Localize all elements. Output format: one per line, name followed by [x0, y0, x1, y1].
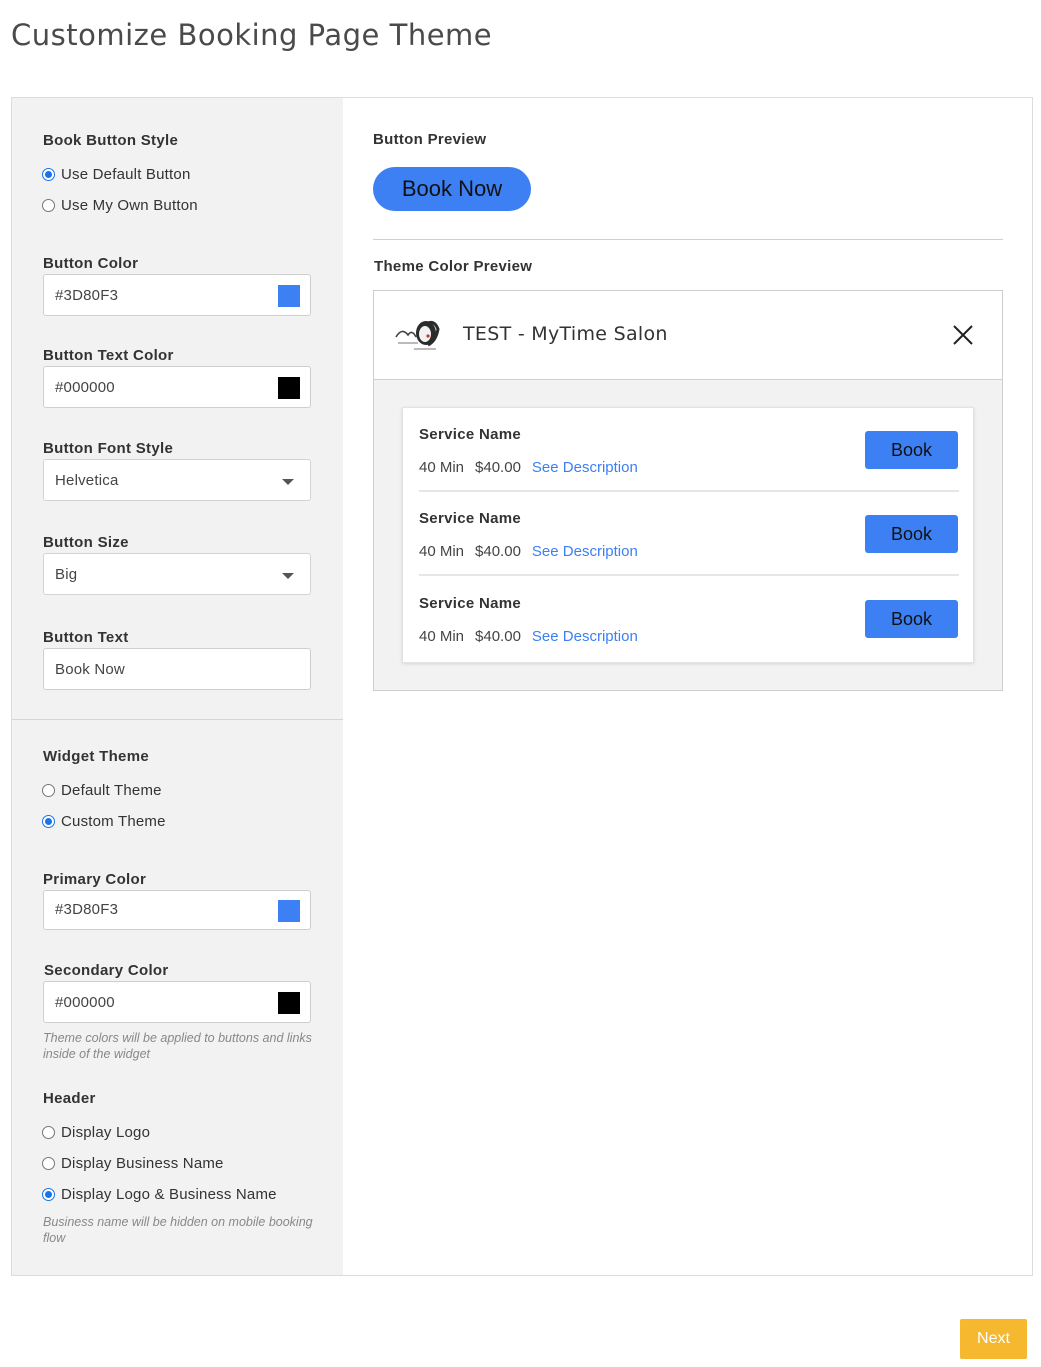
book-now-preview-button[interactable]: Book Now: [373, 167, 531, 211]
theme-color-preview-label: Theme Color Preview: [374, 258, 533, 275]
radio-checked-icon[interactable]: [42, 168, 55, 181]
widget-preview: TEST - MyTime Salon Service Name 40 Min …: [373, 290, 1003, 691]
service-meta: 40 Min $40.00 See Description: [419, 628, 649, 645]
next-button[interactable]: Next: [960, 1319, 1027, 1359]
service-price: $40.00: [475, 543, 521, 560]
service-name: Service Name: [419, 595, 522, 612]
close-icon[interactable]: [952, 324, 974, 346]
list-item: Service Name 40 Min $40.00 See Descripti…: [403, 408, 973, 492]
button-text-color-label: Button Text Color: [43, 347, 174, 364]
radio-label: Use My Own Button: [61, 197, 198, 214]
secondary-color-value: #000000: [55, 994, 115, 1011]
button-preview-label: Button Preview: [373, 131, 487, 148]
button-font-style-value: Helvetica: [55, 472, 119, 489]
radio-label: Display Business Name: [61, 1155, 224, 1172]
button-color-value: #3D80F3: [55, 287, 119, 304]
button-text-input[interactable]: Book Now: [43, 648, 311, 690]
button-text-label: Button Text: [43, 629, 129, 646]
radio-use-own-button[interactable]: Use My Own Button: [42, 197, 198, 214]
chevron-down-icon: [282, 573, 294, 579]
header-label: Header: [43, 1090, 96, 1107]
service-list: Service Name 40 Min $40.00 See Descripti…: [402, 407, 974, 663]
see-description-link[interactable]: See Description: [532, 628, 638, 645]
primary-color-swatch[interactable]: [278, 900, 300, 922]
service-duration: 40 Min: [419, 628, 465, 645]
radio-unchecked-icon[interactable]: [42, 784, 55, 797]
secondary-color-label: Secondary Color: [44, 962, 169, 979]
page-title: Customize Booking Page Theme: [11, 18, 493, 52]
chevron-down-icon: [282, 479, 294, 485]
preview-divider: [373, 239, 1003, 240]
header-hint: Business name will be hidden on mobile b…: [43, 1215, 313, 1245]
button-text-color-value: #000000: [55, 379, 115, 396]
service-price: $40.00: [475, 459, 521, 476]
service-meta: 40 Min $40.00 See Description: [419, 459, 649, 476]
settings-sidebar: Book Button Style Use Default Button Use…: [12, 98, 343, 1275]
book-button-style-label: Book Button Style: [43, 132, 179, 149]
button-color-label: Button Color: [43, 255, 139, 272]
service-name: Service Name: [419, 510, 522, 527]
radio-checked-icon[interactable]: [42, 1188, 55, 1201]
button-font-style-select[interactable]: Helvetica: [43, 459, 311, 501]
button-text-color-swatch[interactable]: [278, 377, 300, 399]
secondary-color-swatch[interactable]: [278, 992, 300, 1014]
see-description-link[interactable]: See Description: [532, 459, 638, 476]
radio-unchecked-icon[interactable]: [42, 1126, 55, 1139]
widget-theme-label: Widget Theme: [43, 748, 149, 765]
radio-checked-icon[interactable]: [42, 815, 55, 828]
radio-use-default-button[interactable]: Use Default Button: [42, 166, 191, 183]
button-color-field[interactable]: #3D80F3: [43, 274, 311, 316]
radio-label: Default Theme: [61, 782, 162, 799]
see-description-link[interactable]: See Description: [532, 543, 638, 560]
radio-unchecked-icon[interactable]: [42, 199, 55, 212]
button-color-swatch[interactable]: [278, 285, 300, 307]
primary-color-value: #3D80F3: [55, 901, 119, 918]
service-meta: 40 Min $40.00 See Description: [419, 543, 649, 560]
radio-label: Custom Theme: [61, 813, 166, 830]
radio-display-logo-and-name[interactable]: Display Logo & Business Name: [42, 1186, 277, 1203]
service-price: $40.00: [475, 628, 521, 645]
button-size-label: Button Size: [43, 534, 129, 551]
secondary-color-field[interactable]: #000000: [43, 981, 311, 1023]
radio-label: Use Default Button: [61, 166, 191, 183]
theme-editor-card: Book Button Style Use Default Button Use…: [11, 97, 1033, 1276]
button-text-value: Book Now: [55, 661, 125, 678]
radio-label: Display Logo: [61, 1124, 151, 1141]
button-size-value: Big: [55, 566, 78, 583]
primary-color-label: Primary Color: [43, 871, 147, 888]
sidebar-divider: [12, 719, 343, 720]
button-font-style-label: Button Font Style: [43, 440, 174, 457]
widget-business-name: TEST - MyTime Salon: [463, 323, 668, 345]
salon-logo-icon: [395, 320, 440, 350]
theme-colors-hint: Theme colors will be applied to buttons …: [43, 1031, 312, 1061]
book-button[interactable]: Book: [865, 431, 958, 469]
book-button[interactable]: Book: [865, 515, 958, 553]
radio-unchecked-icon[interactable]: [42, 1157, 55, 1170]
service-duration: 40 Min: [419, 543, 465, 560]
radio-custom-theme[interactable]: Custom Theme: [42, 813, 166, 830]
row-divider: [419, 574, 959, 576]
button-size-select[interactable]: Big: [43, 553, 311, 595]
button-text-color-field[interactable]: #000000: [43, 366, 311, 408]
radio-label: Display Logo & Business Name: [61, 1186, 277, 1203]
primary-color-field[interactable]: #3D80F3: [43, 890, 311, 930]
service-duration: 40 Min: [419, 459, 465, 476]
radio-default-theme[interactable]: Default Theme: [42, 782, 162, 799]
list-item: Service Name 40 Min $40.00 See Descripti…: [403, 492, 973, 576]
radio-display-logo[interactable]: Display Logo: [42, 1124, 150, 1141]
widget-header: TEST - MyTime Salon: [374, 291, 1002, 380]
list-item: Service Name 40 Min $40.00 See Descripti…: [403, 577, 973, 661]
service-name: Service Name: [419, 426, 522, 443]
radio-display-business-name[interactable]: Display Business Name: [42, 1155, 224, 1172]
book-button[interactable]: Book: [865, 600, 958, 638]
